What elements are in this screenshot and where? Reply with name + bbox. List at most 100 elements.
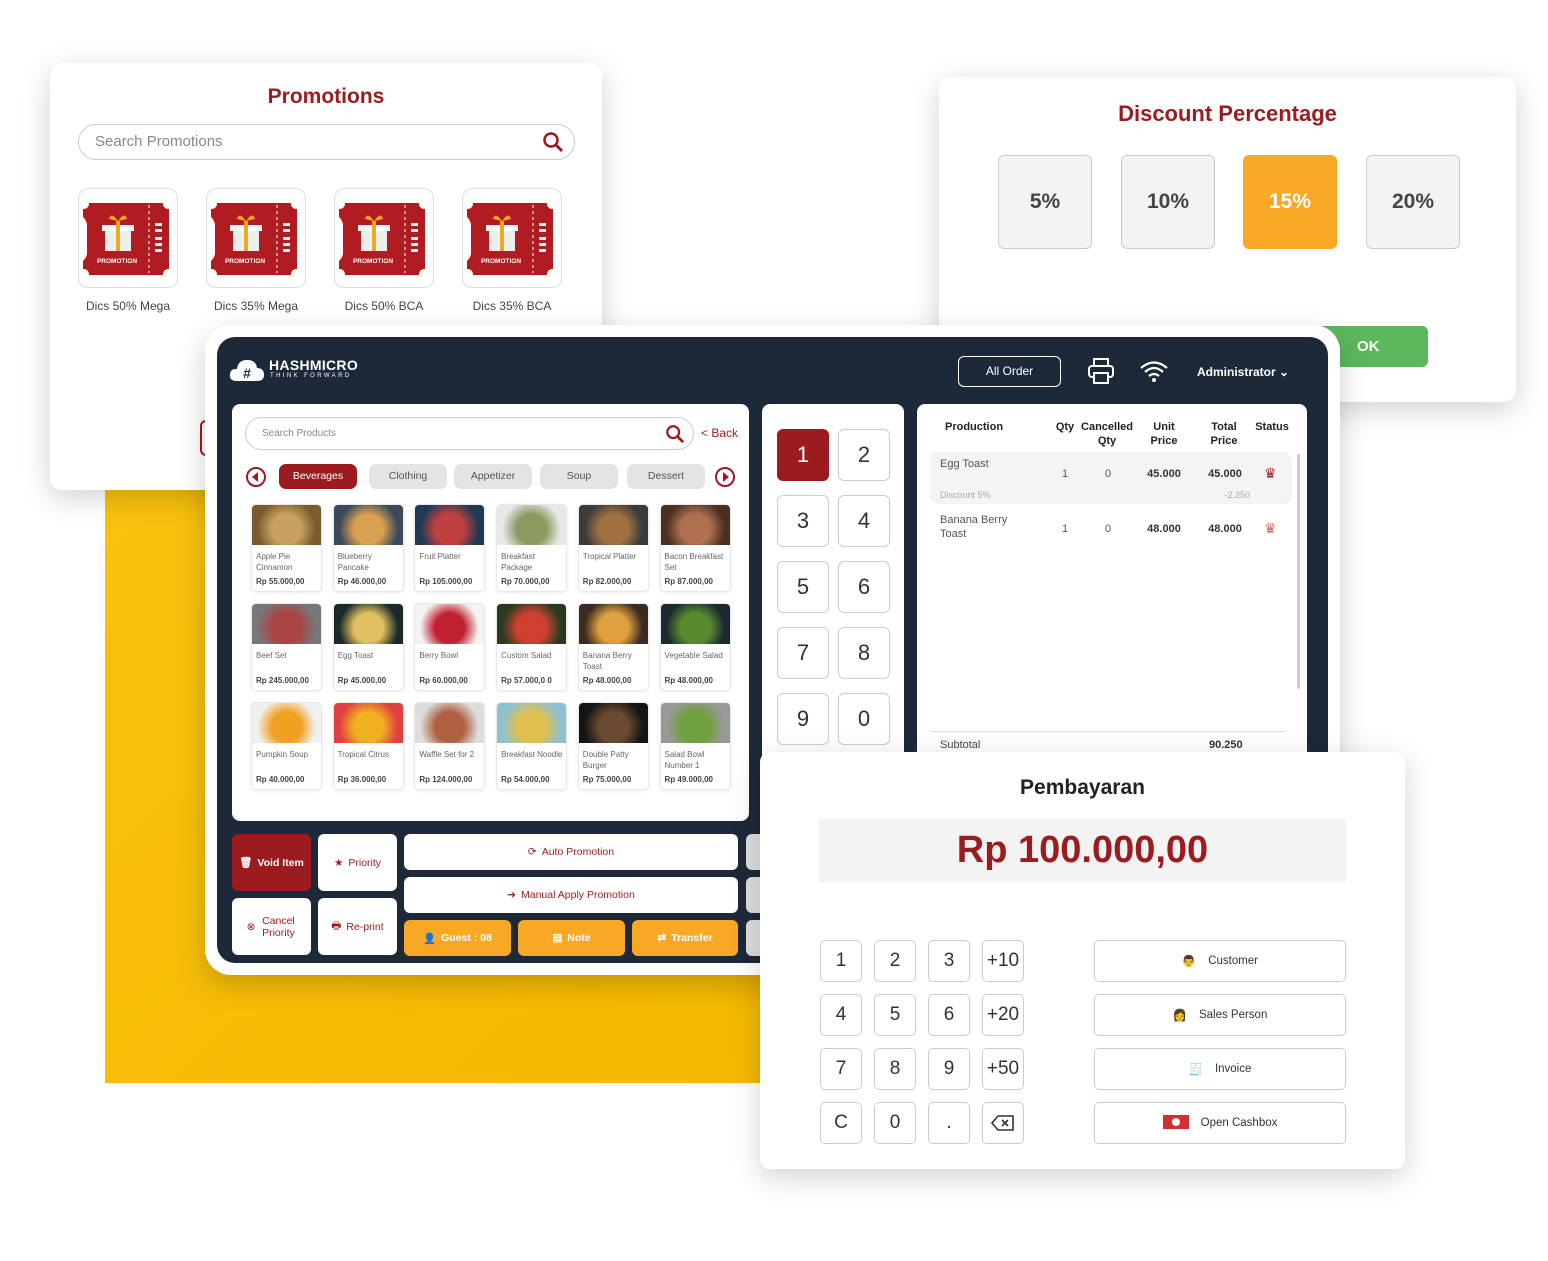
chef-hat-icon[interactable]: ♛: [1264, 465, 1277, 482]
product-name: Breakfast Noodle: [501, 750, 563, 759]
payment-key[interactable]: 6: [928, 994, 970, 1036]
payment-key[interactable]: 7: [820, 1048, 862, 1090]
product-card[interactable]: Breakfast Noodle Rp 54.000,00: [496, 702, 568, 790]
user-icon: 👤: [423, 932, 437, 945]
payment-key[interactable]: 8: [874, 1048, 916, 1090]
product-price: Rp 70.000,00: [501, 577, 550, 586]
product-card[interactable]: Banana Berry Toast Rp 48.000,00: [577, 603, 649, 691]
payment-key[interactable]: +50: [982, 1048, 1024, 1090]
product-card[interactable]: Custom Salad Rp 57.000,0 0: [496, 603, 568, 691]
search-products-input[interactable]: Search Products: [245, 417, 694, 450]
product-card[interactable]: Beef Set Rp 245.000,00: [251, 603, 322, 691]
payment-key[interactable]: +10: [982, 940, 1024, 982]
manual-promo-label: Manual Apply Promotion: [520, 889, 635, 901]
order-row[interactable]: Egg Toast 1 0 45.000 45.000 Discount 5% …: [930, 452, 1292, 504]
payment-key[interactable]: 5: [874, 994, 916, 1036]
numpad-key-5[interactable]: 5: [777, 561, 829, 613]
search-icon[interactable]: [665, 424, 685, 444]
promotion-ticket[interactable]: PROMOTION: [78, 188, 178, 288]
discount-20[interactable]: 20%: [1366, 155, 1460, 249]
prev-category-arrow-icon[interactable]: [246, 467, 266, 487]
product-card[interactable]: Salad Bowl Number 1 Rp 49.000,00: [659, 702, 731, 790]
item-total-price: 48.000: [1208, 523, 1242, 535]
promotion-ticket-icon: PROMOTION: [467, 203, 553, 275]
all-order-button[interactable]: All Order: [958, 356, 1061, 387]
numpad-key-0[interactable]: 0: [838, 693, 890, 745]
priority-button[interactable]: ★ Priority: [318, 834, 397, 891]
transfer-button[interactable]: ⇄ Transfer: [632, 920, 738, 956]
order-row[interactable]: Banana Berry Toast 1 0 48.000 48.000 ♛: [930, 509, 1292, 549]
void-item-button[interactable]: 🗑 Void Item: [232, 834, 311, 891]
numpad-key-4[interactable]: 4: [838, 495, 890, 547]
product-name: Tropical Platter: [582, 552, 637, 561]
discount-5[interactable]: 5%: [998, 155, 1092, 249]
payment-key[interactable]: 3: [928, 940, 970, 982]
search-promotions-input[interactable]: Search Promotions: [78, 124, 575, 160]
numpad-key-7[interactable]: 7: [777, 627, 829, 679]
payment-key[interactable]: 9: [928, 1048, 970, 1090]
item-name: Egg Toast: [940, 458, 989, 470]
backspace-key[interactable]: [982, 1102, 1024, 1144]
category-tab-clothing[interactable]: Clothing: [369, 464, 447, 489]
back-link[interactable]: < Back: [701, 426, 738, 440]
product-card[interactable]: Vegetable Salad Rp 48.000,00: [659, 603, 731, 691]
promotion-ticket[interactable]: PROMOTION: [334, 188, 434, 288]
product-card[interactable]: Double Patty Burger Rp 75.000,00: [577, 702, 649, 790]
search-icon[interactable]: [542, 131, 564, 153]
payment-key[interactable]: 2: [874, 940, 916, 982]
svg-text:PROMOTION: PROMOTION: [481, 258, 521, 265]
product-card[interactable]: Tropical Platter Rp 82.000,00: [577, 504, 649, 592]
promotion-ticket[interactable]: PROMOTION: [462, 188, 562, 288]
item-cancelled: 0: [1104, 523, 1112, 535]
product-card[interactable]: Blueberry Pancake Rp 46.000,00: [332, 504, 404, 592]
product-name: Waffle Set for 2: [419, 750, 475, 759]
numpad-key-2[interactable]: 2: [838, 429, 890, 481]
product-card[interactable]: Egg Toast Rp 45.000,00: [332, 603, 404, 691]
payment-key[interactable]: +20: [982, 994, 1024, 1036]
manual-promotion-button[interactable]: ➔ Manual Apply Promotion: [404, 877, 738, 913]
payment-key[interactable]: C: [820, 1102, 862, 1144]
next-category-arrow-icon[interactable]: [715, 467, 735, 487]
product-card[interactable]: Bacon Breakfast Set Rp 87.000,00: [659, 504, 731, 592]
payment-key[interactable]: 1: [820, 940, 862, 982]
promotion-ticket[interactable]: PROMOTION: [206, 188, 306, 288]
open-cashbox-button[interactable]: Open Cashbox: [1094, 1102, 1346, 1144]
product-card[interactable]: Apple Pie Cinnamon Rp 55.000,00: [251, 504, 322, 592]
category-tab-appetizer[interactable]: Appetizer: [454, 464, 532, 489]
product-card[interactable]: Fruit Platter Rp 105.000,00: [414, 504, 486, 592]
product-card[interactable]: Waffle Set for 2 Rp 124.000,00: [414, 702, 486, 790]
printer-icon[interactable]: [1087, 357, 1115, 385]
product-card[interactable]: Berry Bowl Rp 60.000,00: [414, 603, 486, 691]
col-cancelled-qty: Cancelled Qty: [1081, 421, 1133, 447]
arrow-right-circle-icon: ➔: [507, 889, 516, 901]
numpad-key-3[interactable]: 3: [777, 495, 829, 547]
note-button[interactable]: ▤ Note: [518, 920, 625, 956]
payment-key[interactable]: 4: [820, 994, 862, 1036]
reprint-button[interactable]: 🖶 Re-print: [318, 898, 397, 955]
category-tab-dessert[interactable]: Dessert: [627, 464, 705, 489]
numpad-key-8[interactable]: 8: [838, 627, 890, 679]
payment-key[interactable]: .: [928, 1102, 970, 1144]
category-tab-soup[interactable]: Soup: [540, 464, 618, 489]
discount-15[interactable]: 15%: [1243, 155, 1337, 249]
numpad-key-6[interactable]: 6: [838, 561, 890, 613]
user-menu[interactable]: Administrator ⌄: [1197, 365, 1289, 379]
numpad-key-9[interactable]: 9: [777, 693, 829, 745]
numpad-key-1[interactable]: 1: [777, 429, 829, 481]
product-card[interactable]: Pumpkin Soup Rp 40.000,00: [251, 702, 322, 790]
product-image: [660, 505, 730, 545]
chef-hat-icon[interactable]: ♛: [1264, 520, 1277, 537]
invoice-button[interactable]: 🧾 Invoice: [1094, 1048, 1346, 1090]
discount-10[interactable]: 10%: [1121, 155, 1215, 249]
scrollbar[interactable]: [1297, 454, 1300, 689]
category-tab-beverages[interactable]: Beverages: [279, 464, 357, 489]
cancel-priority-button[interactable]: ⊗ Cancel Priority: [232, 898, 311, 955]
product-card[interactable]: Tropical Citrus Rp 36.000,00: [332, 702, 404, 790]
guest-button[interactable]: 👤 Guest : 08: [404, 920, 511, 956]
product-card[interactable]: Breakfast Package Rp 70.000,00: [496, 504, 568, 592]
wifi-icon[interactable]: [1139, 359, 1169, 383]
customer-button[interactable]: 👨 Customer: [1094, 940, 1346, 982]
payment-key[interactable]: 0: [874, 1102, 916, 1144]
sales-person-button[interactable]: 👩 Sales Person: [1094, 994, 1346, 1036]
auto-promotion-button[interactable]: ⟳ Auto Promotion: [404, 834, 738, 870]
